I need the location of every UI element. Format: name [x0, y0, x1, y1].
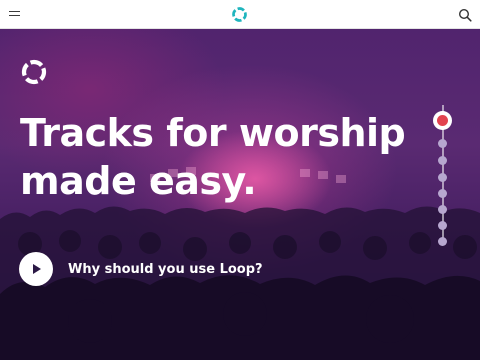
- loop-logo-icon: [21, 59, 47, 85]
- pager-dot[interactable]: [438, 139, 447, 148]
- pager-dot[interactable]: [438, 237, 447, 246]
- headline-line-2: made easy.: [20, 159, 257, 203]
- pager-dot[interactable]: [438, 173, 447, 182]
- hero-headline: Tracks for worship made easy.: [20, 109, 420, 205]
- pager-dot[interactable]: [438, 189, 447, 198]
- loop-logo-icon[interactable]: [231, 6, 248, 23]
- cta-label[interactable]: Why should you use Loop?: [68, 262, 263, 277]
- search-icon[interactable]: [458, 8, 472, 22]
- slide-pager: [432, 105, 454, 249]
- pager-dot[interactable]: [438, 221, 447, 230]
- pager-dot[interactable]: [438, 205, 447, 214]
- play-button[interactable]: [19, 252, 53, 286]
- play-icon: [33, 264, 41, 274]
- hero-section: Tracks for worship made easy. Why should…: [0, 29, 480, 360]
- hamburger-menu-icon[interactable]: [9, 9, 21, 19]
- pager-dot-active[interactable]: [433, 111, 452, 130]
- top-navigation-bar: [0, 0, 480, 29]
- headline-line-1: Tracks for worship: [20, 111, 406, 155]
- why-use-loop-video-link[interactable]: Why should you use Loop?: [19, 251, 263, 287]
- pager-dot[interactable]: [438, 156, 447, 165]
